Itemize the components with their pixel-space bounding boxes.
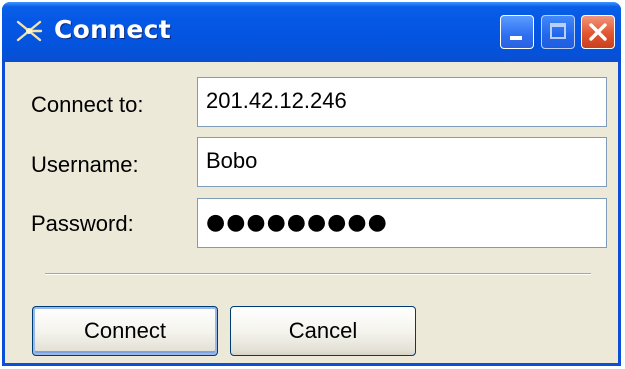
- minimize-button[interactable]: [500, 15, 534, 49]
- close-button[interactable]: [581, 15, 615, 49]
- username-field[interactable]: Bobo: [197, 137, 607, 187]
- password-label: Password:: [31, 211, 134, 236]
- connect-dialog: Connect Connect to: 201.42.12.246 Userna…: [2, 2, 621, 366]
- password-masked-value: ●●●●●●●●●: [206, 210, 388, 235]
- title-bar[interactable]: Connect: [2, 2, 621, 62]
- maximize-button[interactable]: [541, 15, 575, 49]
- connect-button[interactable]: Connect: [32, 306, 218, 356]
- connect-to-field[interactable]: 201.42.12.246: [197, 77, 607, 127]
- close-icon: [589, 23, 607, 41]
- minimize-icon: [510, 36, 522, 40]
- separator-line: [45, 273, 591, 275]
- cancel-button[interactable]: Cancel: [230, 306, 416, 356]
- connect-to-value: 201.42.12.246: [206, 88, 347, 113]
- username-label: Username:: [31, 152, 139, 177]
- password-field[interactable]: ●●●●●●●●●: [197, 198, 607, 248]
- maximize-icon: [550, 23, 566, 39]
- window-title: Connect: [54, 15, 171, 44]
- connect-to-label: Connect to:: [31, 92, 144, 117]
- username-value: Bobo: [206, 148, 258, 173]
- dialog-body: Connect to: 201.42.12.246 Username: Bobo…: [5, 62, 618, 366]
- connect-antenna-icon: [16, 20, 43, 42]
